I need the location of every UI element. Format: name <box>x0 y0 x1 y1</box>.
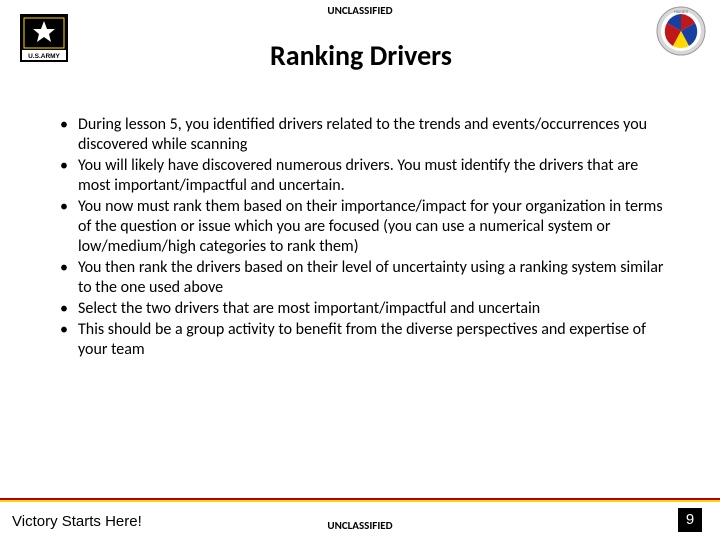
footer: Victory Starts Here! UNCLASSIFIED 9 <box>0 506 720 540</box>
list-item: During lesson 5, you identified drivers … <box>60 115 670 155</box>
svg-text:U.S.ARMY: U.S.ARMY <box>28 53 60 60</box>
list-item: You then rank the drivers based on their… <box>60 258 670 298</box>
footer-divider <box>0 498 720 502</box>
list-item: You will likely have discovered numerous… <box>60 156 670 196</box>
list-item: This should be a group activity to benef… <box>60 320 670 360</box>
classification-top: UNCLASSIFIED <box>0 4 720 17</box>
army-logo-icon: U.S.ARMY <box>20 14 68 62</box>
title-block: Ranking Drivers <box>125 30 597 80</box>
list-item: You now must rank them based on their im… <box>60 197 670 257</box>
svg-text:HAMES: HAMES <box>674 9 689 14</box>
page-number: 9 <box>678 508 702 532</box>
bullet-list: During lesson 5, you identified drivers … <box>60 115 670 360</box>
slide-title: Ranking Drivers <box>270 38 452 73</box>
content-area: During lesson 5, you identified drivers … <box>60 115 670 361</box>
classification-bottom: UNCLASSIFIED <box>0 519 720 532</box>
list-item: Select the two drivers that are most imp… <box>60 299 670 319</box>
unit-logo-icon: HAMES <box>656 6 706 56</box>
